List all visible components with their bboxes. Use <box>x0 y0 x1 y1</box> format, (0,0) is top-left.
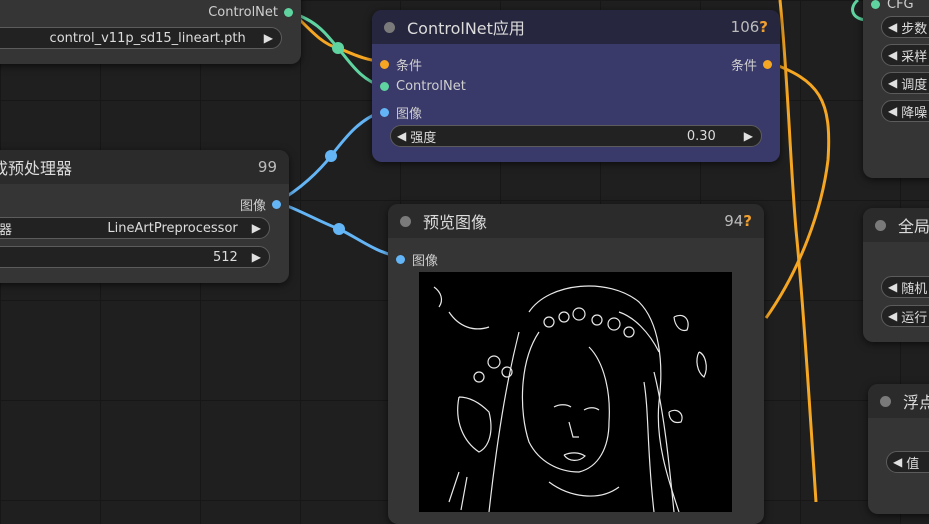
help-badge-icon[interactable]: ? <box>759 18 768 36</box>
strength-label: 强度 <box>410 130 437 146</box>
node-id: 99 <box>257 158 277 176</box>
sampler-node[interactable]: CFG ◀ 步数 ◀ 采样 ◀ 调度 ◀ 降噪 <box>863 0 929 178</box>
run-widget[interactable]: ◀ 运行 <box>881 305 929 327</box>
output-controlnet[interactable]: ControlNet <box>208 5 293 20</box>
reroute-dot-2 <box>325 150 337 162</box>
title-bar[interactable]: 全局 <box>863 208 929 242</box>
node-id: 94? <box>724 212 752 230</box>
controlnet-apply-node[interactable]: ControlNet应用 106? 条件 ControlNet 图像 条件 ◀ … <box>372 10 780 162</box>
strength-widget[interactable]: ◀ 强度 0.30 ▶ <box>390 125 762 147</box>
wire-conditioning-long <box>778 0 818 502</box>
output-image-label: 图像 <box>239 199 266 214</box>
arrow-left-icon[interactable]: ◀ <box>888 104 897 118</box>
resolution-widget[interactable]: 512 ▶ <box>0 246 270 268</box>
input-image-label: 图像 <box>396 107 423 122</box>
input-image[interactable]: 图像 <box>380 103 422 122</box>
node-title: 全局 <box>898 217 929 236</box>
resolution-value: 512 <box>212 249 238 265</box>
arrow-left-icon[interactable]: ◀ <box>397 129 406 143</box>
input-image[interactable]: 图像 <box>396 250 438 269</box>
arrow-right-icon[interactable]: ▶ <box>264 31 273 45</box>
node-title: 预览图像 <box>423 213 488 232</box>
output-controlnet-dot[interactable] <box>284 8 293 17</box>
output-controlnet-label: ControlNet <box>208 5 278 20</box>
model-name-widget[interactable]: control_v11p_sd15_lineart.pth ▶ <box>0 27 282 49</box>
output-image[interactable]: 图像 <box>240 195 281 214</box>
input-image-label: 图像 <box>412 254 439 269</box>
output-conditioning-label: 条件 <box>730 59 757 74</box>
arrow-left-icon[interactable]: ◀ <box>893 455 902 469</box>
input-conditioning-dot[interactable] <box>380 60 389 69</box>
collapse-dot-icon[interactable] <box>880 395 891 407</box>
preprocessor-label: 器 <box>0 222 13 238</box>
input-controlnet-dot[interactable] <box>380 82 389 91</box>
run-label: 运行 <box>901 310 928 326</box>
collapse-dot-icon[interactable] <box>400 215 411 227</box>
title-bar[interactable]: 成预处理器 <box>0 150 289 184</box>
node-id-number: 94 <box>724 212 744 230</box>
input-controlnet-label: ControlNet <box>396 79 466 94</box>
arrow-left-icon[interactable]: ◀ <box>888 280 897 294</box>
wire-image-2 <box>276 200 400 259</box>
global-seed-node[interactable]: 全局 ◀ 随机 ◀ 运行 <box>863 208 929 342</box>
arrow-right-icon[interactable]: ▶ <box>252 250 261 264</box>
value-widget[interactable]: ◀ 值 <box>886 451 929 473</box>
arrow-right-icon[interactable]: ▶ <box>252 221 261 235</box>
arrow-left-icon[interactable]: ◀ <box>888 309 897 323</box>
lineart-preprocessor-node[interactable]: 成预处理器 99 图像 器 LineArtPreprocessor ▶ 512 … <box>0 150 289 283</box>
help-badge-icon[interactable]: ? <box>743 212 752 230</box>
scheduler-widget[interactable]: ◀ 调度 <box>881 72 929 94</box>
denoise-label: 降噪 <box>901 105 928 121</box>
node-title: 成预处理器 <box>0 159 73 178</box>
arrow-right-icon[interactable]: ▶ <box>744 129 753 143</box>
output-conditioning[interactable]: 条件 <box>731 55 772 74</box>
wire-controlnet <box>287 10 385 89</box>
random-label: 随机 <box>901 281 928 297</box>
denoise-widget[interactable]: ◀ 降噪 <box>881 100 929 122</box>
output-conditioning-dot[interactable] <box>763 60 772 69</box>
title-bar[interactable]: ControlNet应用 <box>372 10 780 44</box>
title-bar[interactable]: 预览图像 <box>388 204 764 238</box>
node-id: 106? <box>731 18 768 36</box>
input-conditioning[interactable]: 条件 <box>380 55 422 74</box>
collapse-dot-icon[interactable] <box>875 219 886 231</box>
node-title: 浮点 <box>903 393 929 412</box>
input-controlnet[interactable]: ControlNet <box>380 79 466 94</box>
preview-image-node[interactable]: 预览图像 94? 图像 <box>388 204 764 524</box>
steps-label: 步数 <box>901 21 928 37</box>
cfg-label: CFG <box>887 0 914 12</box>
random-widget[interactable]: ◀ 随机 <box>881 276 929 298</box>
sampler-widget[interactable]: ◀ 采样 <box>881 44 929 66</box>
title-bar[interactable]: 浮点 <box>868 384 929 418</box>
cfg-dot[interactable] <box>871 0 880 9</box>
node-title: ControlNet应用 <box>407 19 525 38</box>
preprocessor-value: LineArtPreprocessor <box>107 220 238 236</box>
scheduler-label: 调度 <box>901 77 928 93</box>
strength-value: 0.30 <box>686 128 716 144</box>
preview-image[interactable] <box>419 272 732 512</box>
steps-widget[interactable]: ◀ 步数 <box>881 16 929 38</box>
reroute-dot-1 <box>332 42 344 54</box>
input-image-dot[interactable] <box>396 255 405 264</box>
sampler-label: 采样 <box>901 49 928 65</box>
arrow-left-icon[interactable]: ◀ <box>888 76 897 90</box>
input-conditioning-label: 条件 <box>396 59 423 74</box>
cfg-row[interactable]: CFG <box>871 0 914 12</box>
model-name-value: control_v11p_sd15_lineart.pth <box>49 30 246 46</box>
arrow-left-icon[interactable]: ◀ <box>888 20 897 34</box>
lineart-portrait-image <box>433 285 707 512</box>
float-node[interactable]: 浮点 ◀ 值 <box>868 384 929 514</box>
collapse-dot-icon[interactable] <box>384 21 395 33</box>
preprocessor-widget[interactable]: 器 LineArtPreprocessor ▶ <box>0 217 270 239</box>
value-label: 值 <box>906 456 920 472</box>
node-id-number: 106 <box>730 18 760 36</box>
wire-image-1 <box>276 109 385 204</box>
output-image-dot[interactable] <box>272 200 281 209</box>
arrow-left-icon[interactable]: ◀ <box>888 48 897 62</box>
controlnet-loader-node[interactable]: ControlNet control_v11p_sd15_lineart.pth… <box>0 0 301 64</box>
input-image-dot[interactable] <box>380 108 389 117</box>
reroute-dot-3 <box>333 223 345 235</box>
